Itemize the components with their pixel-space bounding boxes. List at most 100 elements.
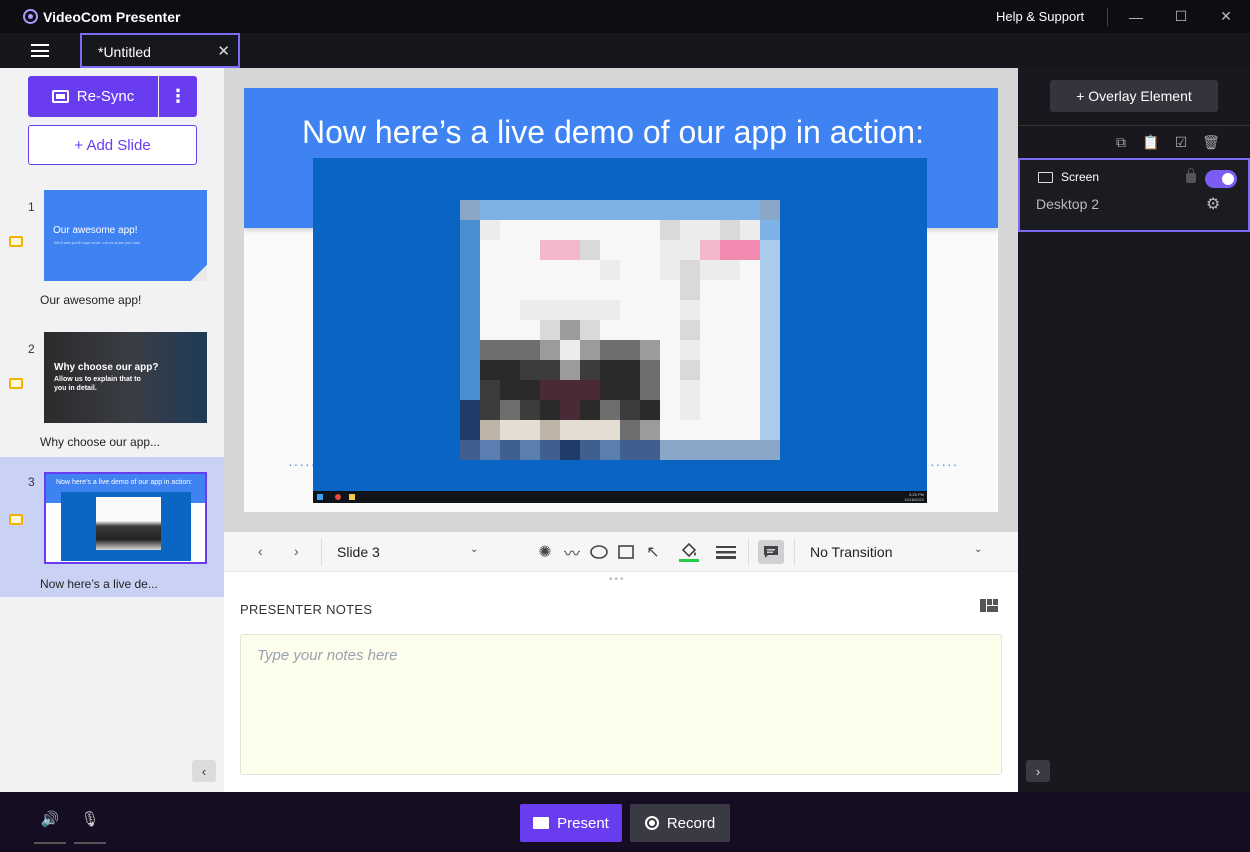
mosaic-tile [760, 280, 780, 300]
paste-icon[interactable]: 📋 [1142, 133, 1160, 151]
maximize-button[interactable]: ☐ [1158, 0, 1204, 33]
mosaic-tile [480, 280, 500, 300]
mosaic-tile [640, 300, 660, 320]
mosaic-tile [580, 200, 600, 220]
previous-slide-button[interactable]: ‹ [258, 543, 263, 559]
overlay-element-button[interactable]: + Overlay Element [1050, 80, 1218, 112]
mosaic-tile [600, 300, 620, 320]
speaker-button[interactable]: 🔊 [34, 810, 66, 844]
mosaic-tile [760, 380, 780, 400]
chevron-down-icon[interactable]: ⌄ [470, 544, 478, 555]
slide-select[interactable]: Slide 3 [337, 544, 380, 560]
fill-color-icon[interactable] [679, 542, 699, 562]
mosaic-tile [640, 440, 660, 460]
app-title: VideoCom Presenter [43, 9, 181, 25]
layer-visibility-toggle[interactable] [1205, 170, 1237, 188]
notes-input[interactable] [241, 635, 1001, 774]
collapse-panel-button[interactable]: ‹ [192, 760, 216, 782]
slide-canvas[interactable]: Now here’s a live demo of our app in act… [244, 88, 998, 512]
transition-select[interactable]: No Transition [810, 544, 892, 560]
comment-toggle-icon[interactable] [758, 540, 784, 564]
mosaic-tile [520, 280, 540, 300]
mosaic-tile [720, 220, 740, 240]
help-support-link[interactable]: Help & Support [996, 9, 1084, 24]
mosaic-tile [540, 320, 560, 340]
expand-panel-button[interactable]: › [1026, 760, 1050, 782]
panel-divider [1018, 125, 1250, 126]
menu-icon[interactable] [31, 44, 49, 57]
resize-handle[interactable]: ••• [609, 574, 626, 585]
mosaic-tile [620, 400, 640, 420]
copy-icon[interactable]: ⧉ [1112, 133, 1130, 151]
slide-caption: Now here’s a live de... [40, 577, 158, 591]
mosaic-tile [740, 300, 760, 320]
slide-item-2[interactable]: 2 Why choose our app? Allow us to explai… [0, 332, 224, 460]
speaker-level-meter [34, 842, 66, 844]
spotlight-tool-icon[interactable]: ✺ [535, 542, 555, 562]
mosaic-tile [580, 220, 600, 240]
record-icon [644, 816, 659, 830]
close-window-button[interactable]: ✕ [1203, 0, 1249, 33]
mosaic-tile [600, 400, 620, 420]
slide-toolbar: ‹ › Slide 3 ⌄ ✺ 〰 ↖ No Transition ⌄ [224, 532, 1018, 572]
archive-icon[interactable]: ☑ [1172, 133, 1190, 151]
mosaic-tile [580, 320, 600, 340]
rectangle-tool-icon[interactable] [616, 542, 636, 562]
present-button[interactable]: Present [520, 804, 622, 842]
chevron-down-icon[interactable]: ⌄ [974, 544, 982, 555]
google-slides-icon [9, 378, 23, 389]
mosaic-tile [720, 300, 740, 320]
thumb-screen [61, 492, 191, 561]
lock-icon[interactable] [1186, 168, 1196, 183]
mosaic-tile [720, 200, 740, 220]
mosaic-tile [540, 400, 560, 420]
mosaic-tile [540, 360, 560, 380]
mosaic-tile [560, 280, 580, 300]
mosaic-tile [600, 200, 620, 220]
layout-toggle-icon[interactable] [980, 599, 998, 612]
screen-share-overlay[interactable]: 5:26 PM 11/16/2022 [313, 158, 927, 503]
title-bar: VideoCom Presenter Help & Support — ☐ ✕ [0, 0, 1250, 33]
mosaic-tile [740, 200, 760, 220]
microphone-level-meter [74, 842, 106, 844]
mosaic-tile [540, 300, 560, 320]
close-tab-icon[interactable]: ✕ [217, 42, 230, 60]
slide-item-1[interactable]: 1 Our awesome app! We'll and you'll hope… [0, 190, 224, 318]
delete-icon[interactable]: 🗑 [1202, 133, 1220, 151]
mosaic-tile [560, 320, 580, 340]
mosaic-tile [700, 300, 720, 320]
ellipse-tool-icon[interactable] [589, 542, 609, 562]
minimize-button[interactable]: — [1113, 0, 1159, 33]
resync-button[interactable]: Re-Sync [28, 76, 158, 117]
add-slide-button[interactable]: + Add Slide [28, 125, 197, 165]
arrow-tool-icon[interactable]: ↖ [643, 542, 663, 562]
next-slide-button[interactable]: › [294, 543, 299, 559]
more-options-button[interactable]: ⋮ [159, 76, 197, 117]
mosaic-tile [720, 340, 740, 360]
slides-panel: Re-Sync ⋮ + Add Slide 1 Our awesome app!… [0, 68, 224, 792]
mosaic-tile [600, 280, 620, 300]
mosaic-tile [480, 260, 500, 280]
mosaic-tile [760, 340, 780, 360]
mosaic-tile [540, 340, 560, 360]
line-width-icon[interactable] [716, 542, 736, 562]
document-tab[interactable]: *Untitled ✕ [80, 33, 240, 68]
mosaic-tile [520, 240, 540, 260]
mosaic-tile [500, 280, 520, 300]
mosaic-tile [680, 280, 700, 300]
microphone-button[interactable]: 🎙 [74, 810, 106, 844]
gear-icon[interactable]: ⚙ [1206, 194, 1220, 214]
page-curl-icon [191, 265, 207, 281]
mosaic-tile [640, 240, 660, 260]
mosaic-tile [580, 340, 600, 360]
mosaic-tile [480, 380, 500, 400]
slide-item-3[interactable]: 3 Now here’s a live demo of our app in a… [0, 457, 224, 597]
pen-tool-icon[interactable]: 〰 [562, 542, 582, 563]
mosaic-tile [720, 280, 740, 300]
mosaic-tile [740, 440, 760, 460]
record-button[interactable]: Record [630, 804, 730, 842]
mosaic-tile [620, 300, 640, 320]
mosaic-tile [700, 220, 720, 240]
slide-caption: Our awesome app! [40, 293, 142, 307]
layer-card-screen[interactable]: Screen Desktop 2 ⚙ [1018, 158, 1250, 232]
